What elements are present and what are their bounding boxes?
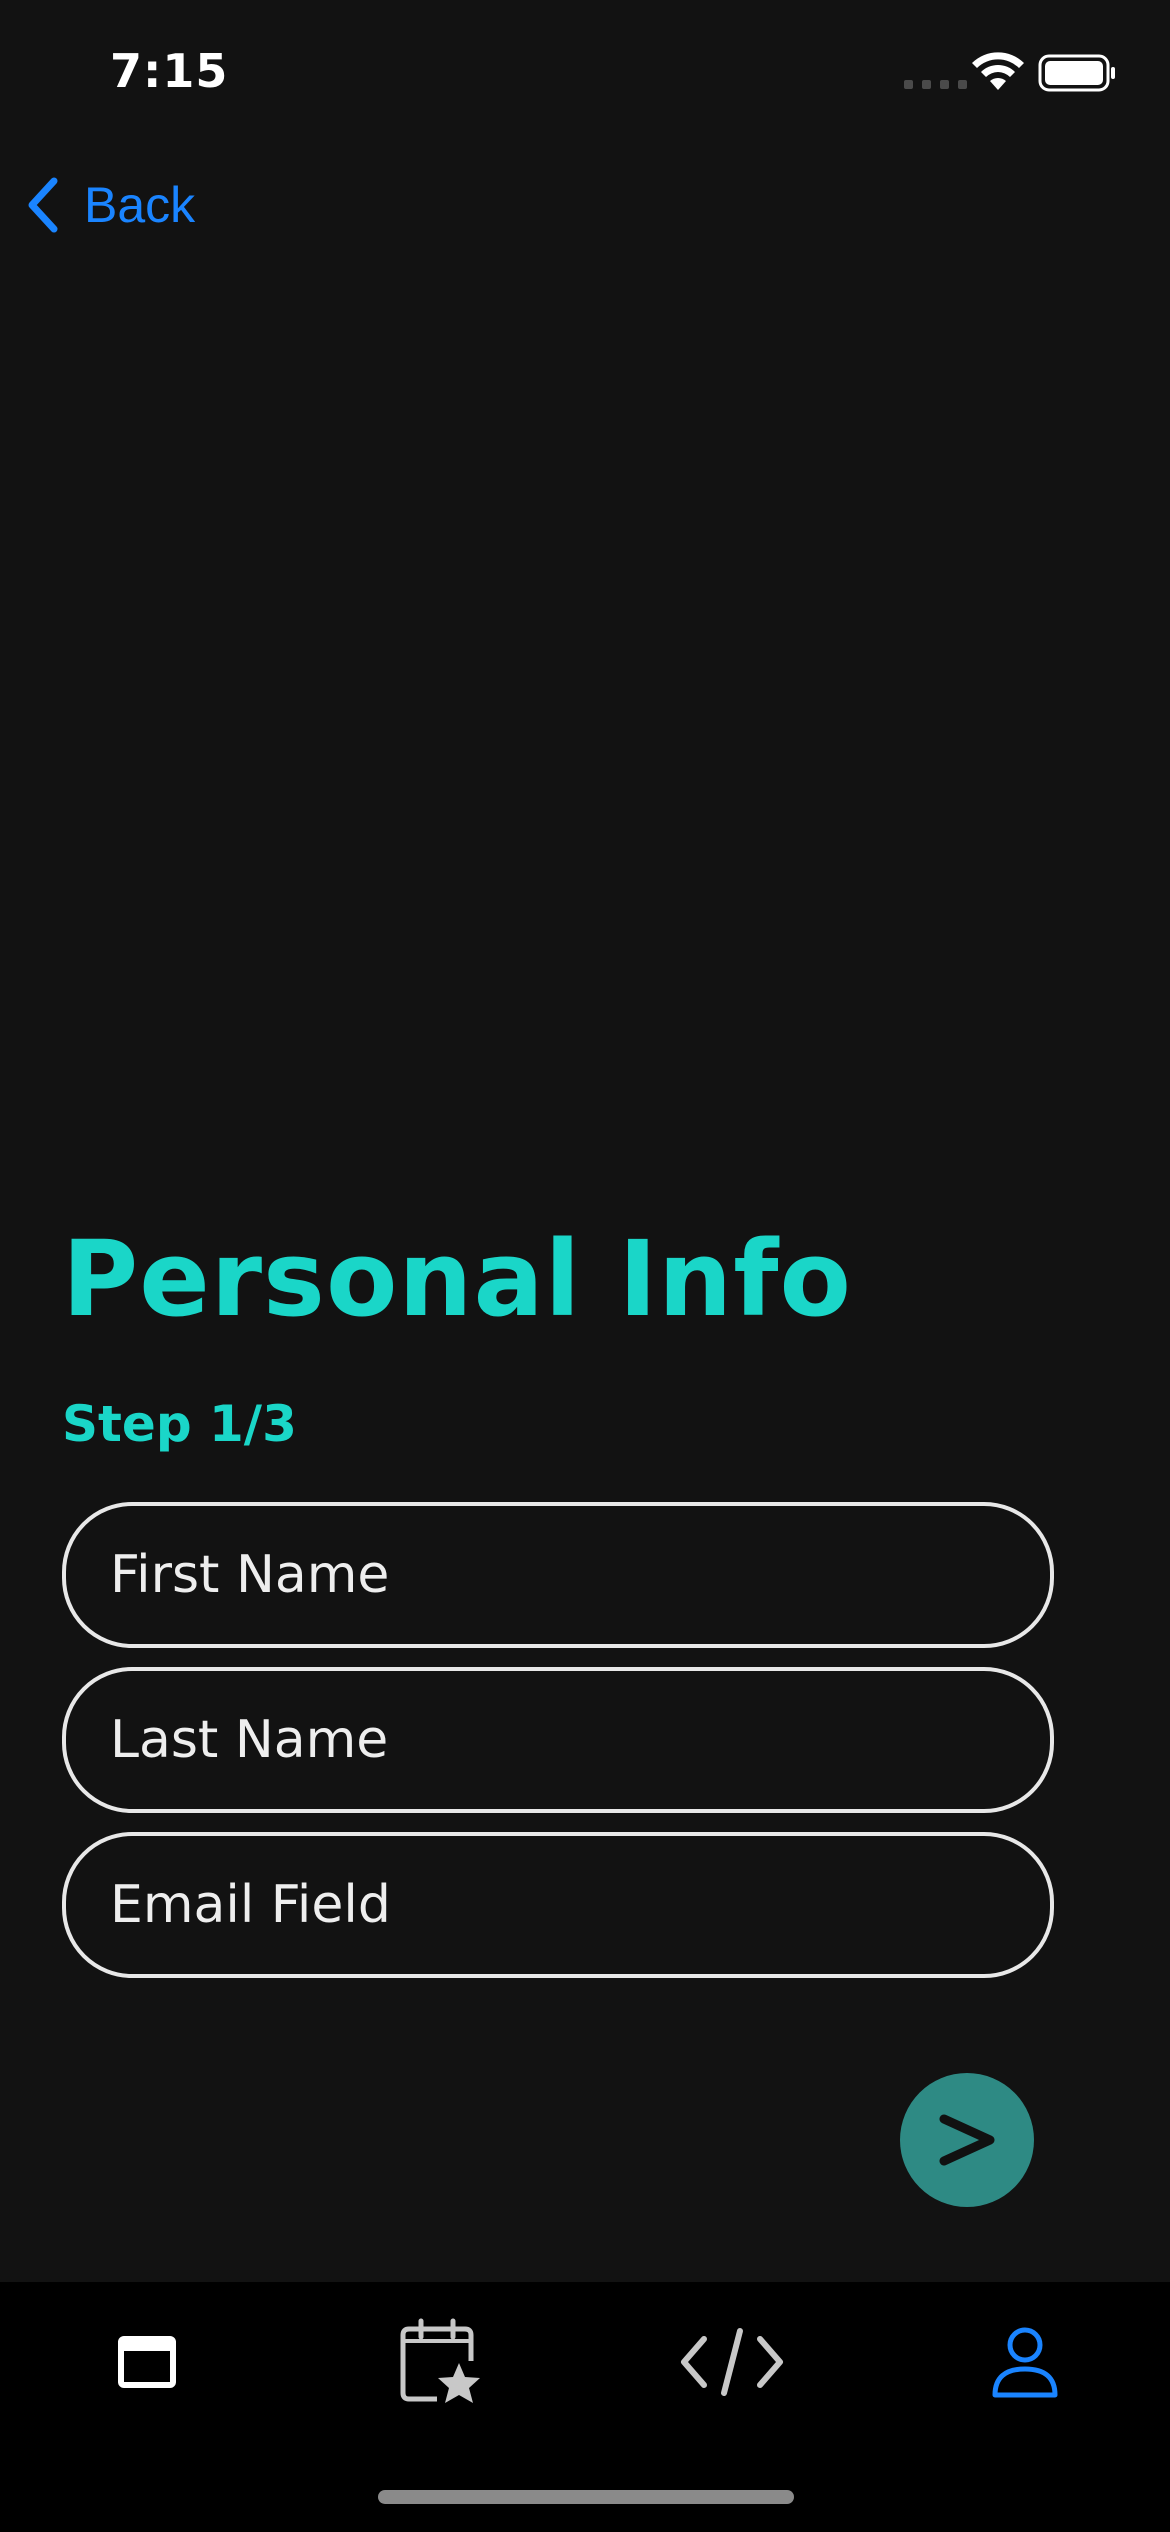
- tab-profile[interactable]: [965, 2302, 1085, 2422]
- calendar-star-icon: [400, 2318, 480, 2403]
- wifi-icon: [972, 52, 1024, 90]
- back-label: Back: [84, 177, 196, 233]
- email-field[interactable]: [62, 1832, 1054, 1978]
- tab-code[interactable]: [672, 2302, 792, 2422]
- page-title: Personal Info: [62, 1218, 852, 1340]
- chevron-left-icon: [28, 177, 58, 233]
- battery-icon: [1038, 54, 1115, 92]
- person-icon: [992, 2327, 1058, 2398]
- personal-info-screen: 7:15 Back Personal Info Step 1/3: [0, 0, 1170, 2532]
- tab-calendar-favorites[interactable]: [380, 2302, 500, 2422]
- chevron-right-icon: [939, 2114, 995, 2166]
- tab-window[interactable]: [87, 2302, 207, 2422]
- cellular-signal-icon: [904, 80, 967, 89]
- next-button[interactable]: [900, 2073, 1034, 2207]
- window-icon: [118, 2336, 176, 2388]
- step-indicator: Step 1/3: [62, 1395, 297, 1453]
- code-icon: [681, 2328, 783, 2396]
- home-indicator: [378, 2490, 794, 2504]
- back-button[interactable]: Back: [22, 170, 195, 240]
- status-bar: 7:15: [0, 0, 1170, 140]
- status-time: 7:15: [110, 44, 229, 98]
- last-name-field[interactable]: [62, 1667, 1054, 1813]
- first-name-field[interactable]: [62, 1502, 1054, 1648]
